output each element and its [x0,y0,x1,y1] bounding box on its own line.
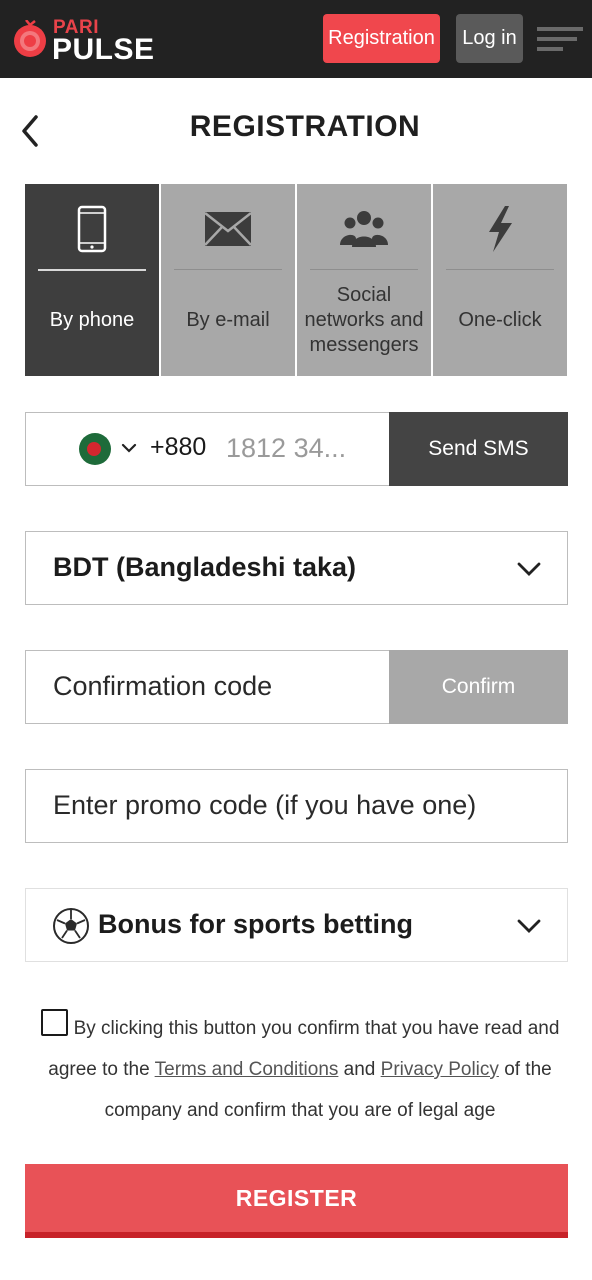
tab-social-networks[interactable]: Social networks and messengers [297,184,433,376]
confirmation-code-input[interactable]: Confirmation code [53,671,272,702]
privacy-link[interactable]: Privacy Policy [381,1059,499,1080]
bonus-select[interactable]: Bonus for sports betting [25,888,568,962]
promo-code-placeholder: Enter promo code (if you have one) [53,790,477,820]
confirm-button[interactable]: Confirm [389,650,568,724]
tab-label: One-click [458,308,542,331]
send-sms-button[interactable]: Send SMS [389,412,568,486]
tab-one-click[interactable]: One-click [433,184,567,376]
logo[interactable]: PARI PULSE [12,16,172,66]
registration-method-tabs: By phone By e-mail Social networks and m… [25,184,567,376]
terms-and-text: and [343,1059,376,1080]
soccer-ball-icon [53,908,89,944]
tab-underline [38,269,146,271]
users-icon [340,211,388,247]
tab-label: Social networks and messengers [304,283,424,356]
register-button[interactable]: REGISTER [25,1164,568,1238]
promo-code-field[interactable]: Enter promo code (if you have one) [25,769,568,843]
tab-underline [446,269,554,270]
terms-link[interactable]: Terms and Conditions [155,1059,339,1080]
tab-label: By e-mail [186,308,270,331]
envelope-icon [204,212,252,246]
login-button[interactable]: Log in [456,14,523,63]
tab-label: By phone [49,308,135,331]
smartphone-icon [77,205,107,253]
chevron-down-icon[interactable] [120,441,138,455]
top-bar: PARI PULSE Registration Log in [0,0,592,78]
page-title: REGISTRATION [189,110,421,143]
bonus-value: Bonus for sports betting [98,909,413,939]
hamburger-menu-icon[interactable] [537,26,583,52]
phone-input[interactable]: 1812 34... [226,433,346,464]
country-code: +880 [150,433,207,461]
tab-by-email[interactable]: By e-mail [161,184,297,376]
logo-text-bottom: PULSE [52,33,155,66]
chevron-down-icon [517,562,541,576]
bangladesh-flag-icon[interactable] [79,433,111,465]
logo-ball-icon [14,20,46,57]
currency-value: BDT (Bangladeshi taka) [53,552,357,582]
tab-by-phone[interactable]: By phone [25,184,161,376]
terms-checkbox[interactable] [40,1009,68,1036]
tab-underline [310,269,418,270]
registration-button[interactable]: Registration [323,14,440,63]
tab-underline [174,269,282,270]
lightning-icon [489,206,512,252]
chevron-down-icon [517,919,541,933]
phone-input-row: +880 1812 34... Send SMS [25,412,568,486]
terms-agreement: By clicking this button you confirm that… [40,1008,560,1131]
currency-select[interactable]: BDT (Bangladeshi taka) [25,531,568,605]
confirmation-code-row: Confirmation code Confirm [25,650,568,724]
